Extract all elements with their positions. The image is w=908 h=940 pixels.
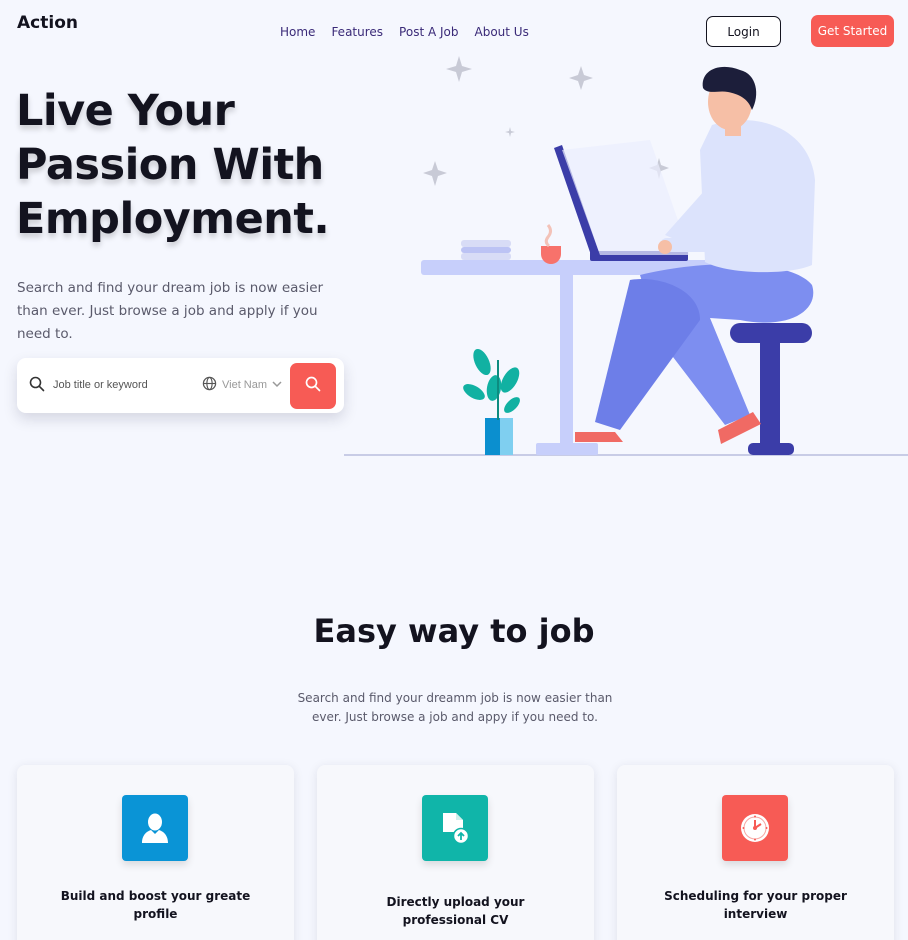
hero-title-line: Employment. bbox=[16, 194, 330, 244]
nav-item-about-us[interactable]: About Us bbox=[475, 25, 529, 39]
feature-card-label: Build and boost your greate profile bbox=[60, 889, 251, 921]
feature-card-scheduling[interactable]: Scheduling for your proper interview bbox=[617, 765, 894, 940]
clock-icon bbox=[722, 795, 788, 861]
features-title: Easy way to job bbox=[313, 612, 595, 650]
job-search-input[interactable] bbox=[53, 374, 193, 396]
feature-card-upload-cv[interactable]: Directly upload your professional CV bbox=[317, 765, 594, 940]
feature-card-profile[interactable]: Build and boost your greate profile bbox=[17, 765, 294, 940]
user-icon bbox=[122, 795, 188, 861]
job-search-bar: Viet Nam bbox=[17, 358, 344, 413]
location-select[interactable]: Viet Nam bbox=[202, 376, 282, 394]
hero-title: Live Your Passion With Employment. bbox=[16, 84, 346, 246]
hero-subtitle: Search and find your dream job is now ea… bbox=[17, 280, 324, 342]
nav-item-post-job[interactable]: Post A Job bbox=[399, 25, 458, 39]
search-icon bbox=[29, 376, 45, 396]
nav-item-home[interactable]: Home bbox=[280, 25, 315, 39]
upload-file-icon bbox=[422, 795, 488, 861]
features-subtitle: Search and find your dreamm job is now e… bbox=[297, 691, 613, 724]
get-started-button[interactable]: Get Started bbox=[811, 15, 894, 47]
location-value: Viet Nam bbox=[222, 379, 268, 391]
brand-logo[interactable]: Action bbox=[17, 13, 78, 33]
main-nav: Home Features Post A Job About Us bbox=[280, 25, 529, 39]
feature-card-label: Scheduling for your proper interview bbox=[664, 889, 847, 921]
hero-illustration bbox=[344, 56, 908, 456]
hero-title-line: Live Your bbox=[16, 86, 235, 136]
nav-item-features[interactable]: Features bbox=[331, 25, 383, 39]
globe-icon bbox=[202, 376, 217, 394]
search-icon bbox=[305, 376, 321, 396]
login-button[interactable]: Login bbox=[706, 16, 781, 47]
hero-title-line: Passion With bbox=[16, 140, 324, 190]
chevron-down-icon bbox=[272, 379, 282, 391]
search-button[interactable] bbox=[290, 363, 336, 409]
feature-card-label: Directly upload your professional CV bbox=[386, 895, 525, 927]
